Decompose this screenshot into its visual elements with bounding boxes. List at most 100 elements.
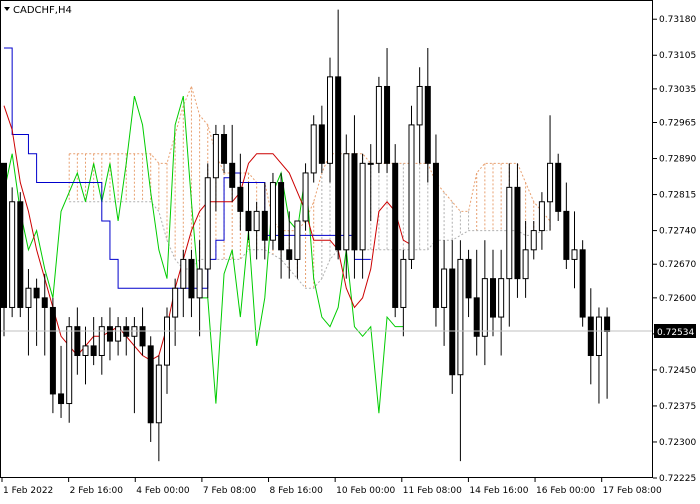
y-tick-label: 0.72670 bbox=[659, 260, 696, 270]
candle-bear bbox=[90, 345, 97, 356]
candle-bear bbox=[604, 316, 611, 332]
candle-bull bbox=[367, 162, 374, 165]
candle-bear bbox=[261, 210, 268, 241]
chart-background bbox=[0, 0, 700, 500]
candle-bear bbox=[17, 201, 24, 308]
candle-bear bbox=[587, 316, 594, 356]
candle-bear bbox=[237, 186, 244, 212]
candle-bull bbox=[481, 278, 488, 337]
x-tick-label: 4 Feb 00:00 bbox=[136, 486, 190, 496]
candle-bear bbox=[449, 268, 456, 376]
candle-bear bbox=[351, 153, 358, 251]
x-tick-label: 1 Feb 2022 bbox=[3, 486, 53, 496]
candlestick-chart-svg: 0.73180 0.73105 0.73035 0.72965 0.72890 0.728… bbox=[0, 0, 700, 500]
x-tick-label: 2 Feb 16:00 bbox=[70, 486, 124, 496]
current-price-tag-text: 0.72534 bbox=[657, 328, 694, 338]
candle-bull bbox=[530, 230, 537, 251]
candle-bear bbox=[335, 76, 342, 251]
candle-bear bbox=[1, 162, 7, 308]
candle-bear bbox=[384, 85, 391, 164]
candle-bear bbox=[147, 345, 154, 424]
y-tick-label: 0.72890 bbox=[659, 155, 696, 165]
candle-bear bbox=[424, 85, 431, 164]
candle-bull bbox=[408, 124, 415, 260]
candle-bear bbox=[392, 162, 399, 308]
candle-bear bbox=[563, 210, 570, 260]
x-tick-label: 11 Feb 08:00 bbox=[403, 486, 462, 496]
chart-area: 0.73180 0.73105 0.73035 0.72965 0.72890 0.728… bbox=[0, 0, 700, 500]
candle-bull bbox=[343, 153, 350, 251]
y-tick-label: 0.72300 bbox=[659, 438, 696, 448]
candle-bear bbox=[49, 306, 56, 395]
candle-bull bbox=[212, 134, 219, 179]
candle-bear bbox=[514, 186, 521, 280]
candle-bear bbox=[432, 162, 439, 308]
candle-bull bbox=[547, 162, 554, 203]
candle-bear bbox=[245, 210, 252, 232]
candle-bull bbox=[66, 326, 73, 405]
candle-bull bbox=[253, 210, 260, 232]
candle-bear bbox=[318, 124, 325, 164]
y-tick-label: 0.73035 bbox=[659, 85, 696, 95]
y-tick-label: 0.72375 bbox=[659, 402, 696, 412]
candle-bull bbox=[327, 76, 333, 164]
candle-bull bbox=[164, 316, 170, 366]
x-tick-label: 7 Feb 08:00 bbox=[203, 486, 257, 496]
candle-bull bbox=[310, 124, 317, 174]
candle-bull bbox=[375, 85, 382, 164]
symbol-label-text: CADCHF,H4 bbox=[13, 5, 72, 16]
candle-bear bbox=[58, 393, 65, 405]
candle-bull bbox=[269, 182, 276, 241]
candle-bear bbox=[555, 162, 562, 212]
candle-bear bbox=[286, 249, 293, 260]
candle-bear bbox=[221, 134, 228, 164]
candle-bull bbox=[294, 220, 301, 260]
y-tick-label: 0.72740 bbox=[659, 227, 696, 237]
candle-bull bbox=[441, 268, 448, 308]
candle-bull bbox=[25, 287, 32, 308]
candle-bear bbox=[579, 249, 586, 318]
y-tick-label: 0.72225 bbox=[659, 474, 696, 484]
candle-bull bbox=[359, 162, 366, 251]
x-tick-label: 17 Feb 08:00 bbox=[603, 486, 662, 496]
y-tick-label: 0.72965 bbox=[659, 119, 696, 129]
y-tick-label: 0.73180 bbox=[659, 15, 696, 25]
candle-bear bbox=[465, 258, 472, 299]
candle-bull bbox=[82, 345, 89, 356]
candle-bear bbox=[278, 182, 285, 251]
x-tick-label: 16 Feb 00:00 bbox=[536, 486, 595, 496]
candle-bull bbox=[506, 186, 513, 280]
candle-bull bbox=[457, 258, 464, 376]
candle-bull bbox=[595, 316, 602, 356]
candle-bear bbox=[33, 287, 40, 299]
symbol-label: CADCHF,H4 bbox=[4, 5, 72, 16]
y-tick-label: 0.72815 bbox=[659, 191, 696, 201]
candle-bear bbox=[41, 297, 48, 308]
x-tick-label: 8 Feb 16:00 bbox=[270, 486, 324, 496]
y-tick-label: 0.73105 bbox=[659, 51, 696, 61]
candle-bull bbox=[498, 278, 505, 318]
candle-bull bbox=[196, 268, 203, 299]
candle-bull bbox=[538, 201, 545, 232]
candle-bull bbox=[180, 258, 187, 289]
current-price-tag: 0.72534 bbox=[654, 324, 696, 338]
candle-bear bbox=[188, 258, 195, 299]
candle-bull bbox=[522, 249, 529, 280]
candle-bull bbox=[115, 326, 122, 342]
candle-bear bbox=[139, 326, 146, 347]
y-tick-label: 0.72600 bbox=[659, 294, 696, 304]
candle-bull bbox=[302, 172, 309, 222]
candle-bull bbox=[155, 364, 162, 424]
candle-bear bbox=[490, 278, 496, 318]
candle-bull bbox=[571, 249, 578, 260]
candle-bull bbox=[400, 258, 407, 308]
candle-bear bbox=[106, 326, 113, 342]
x-tick-label: 10 Feb 00:00 bbox=[336, 486, 395, 496]
candle-bull bbox=[172, 287, 179, 318]
candle-bull bbox=[204, 177, 211, 270]
candle-bear bbox=[229, 162, 236, 188]
y-tick-label: 0.72450 bbox=[659, 366, 696, 376]
candle-bull bbox=[9, 201, 16, 308]
x-tick-label: 14 Feb 16:00 bbox=[469, 486, 528, 496]
candle-bull bbox=[416, 85, 423, 126]
